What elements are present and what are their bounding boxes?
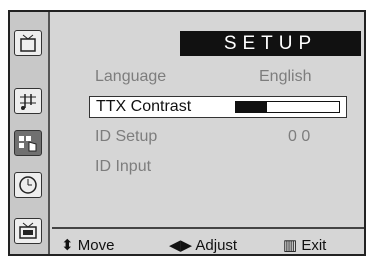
ttx-contrast-label: TTX Contrast — [96, 98, 192, 115]
clock-icon[interactable] — [14, 172, 42, 198]
menu-title: SETUP — [180, 31, 361, 56]
osd-menu: SETUP Language English TTX Contrast ID S… — [0, 0, 376, 267]
function-icon[interactable] — [14, 130, 42, 156]
picture-icon[interactable] — [14, 30, 42, 56]
pc-icon[interactable] — [14, 218, 42, 244]
sidebar — [10, 12, 50, 254]
footer-hints: ⬍ Move ◀▶ Adjust ▥ Exit — [55, 236, 360, 254]
ttx-contrast-level — [236, 102, 267, 112]
move-hint: ⬍ Move — [61, 237, 115, 254]
exit-hint: ▥ Exit — [283, 237, 327, 254]
adjust-hint: ◀▶ Adjust — [169, 237, 238, 254]
ttx-contrast-slider[interactable] — [235, 101, 340, 113]
footer-divider — [52, 227, 364, 229]
id-setup-value: 0 0 — [288, 128, 311, 145]
ttx-contrast-row[interactable]: TTX Contrast — [89, 96, 347, 118]
id-setup-label[interactable]: ID Setup — [95, 128, 157, 146]
language-label[interactable]: Language — [95, 68, 166, 86]
id-input-label[interactable]: ID Input — [95, 158, 151, 176]
sound-icon[interactable] — [14, 88, 42, 114]
language-value: English — [259, 68, 312, 85]
